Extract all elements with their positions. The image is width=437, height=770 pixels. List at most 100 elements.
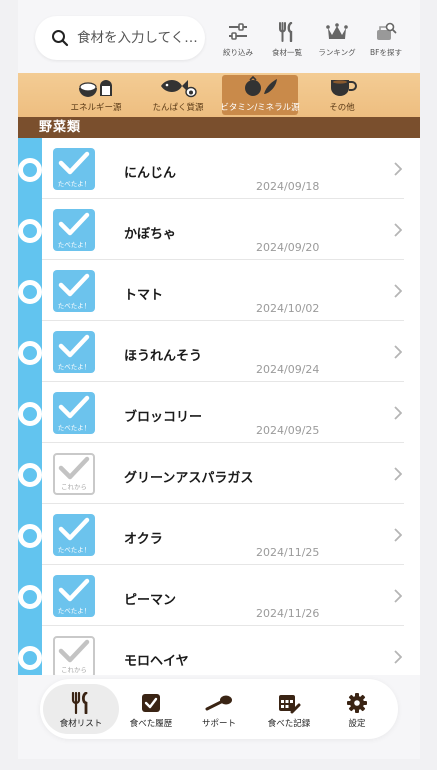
checkbox-caption: これから: [61, 483, 87, 491]
tab-vitamin-mineral[interactable]: ビタミン/ミネラル源: [220, 75, 300, 115]
eaten-checkbox[interactable]: たべたよ！: [53, 148, 95, 190]
chevron-right-icon[interactable]: [394, 467, 402, 481]
tab-settings[interactable]: 設定: [319, 684, 395, 734]
search-input[interactable]: [77, 30, 197, 46]
bottom-bar: 食材リスト 食べた履歴 サポート 食べた記録 設定: [18, 675, 420, 759]
tab-vitamin-mineral-label: ビタミン/ミネラル源: [220, 103, 300, 113]
food-list[interactable]: たべたよ！ にんじん 2024/09/18 たべたよ！ かぼちゃ 2024/09…: [18, 138, 420, 675]
top-header: 絞り込み 食材一覧 ランキング BFを探す: [18, 0, 420, 73]
list-item[interactable]: たべたよ！ かぼちゃ 2024/09/20: [18, 199, 420, 260]
eaten-checkbox[interactable]: たべたよ！: [53, 331, 95, 373]
chevron-right-icon[interactable]: [394, 162, 402, 176]
search-box[interactable]: [35, 16, 205, 60]
eaten-checkbox[interactable]: たべたよ！: [53, 392, 95, 434]
fish-egg-icon: [161, 80, 197, 98]
category-tabs: エネルギー源 たんぱく質源 ビタミン/ミネラル源 その他: [18, 73, 420, 117]
timeline-dot: [18, 280, 42, 304]
app-screen: 絞り込み 食材一覧 ランキング BFを探す: [18, 0, 420, 759]
chevron-right-icon[interactable]: [394, 589, 402, 603]
spoon-icon: [205, 695, 232, 711]
check-icon: [58, 578, 90, 602]
food-name: グリーンアスパラガス: [124, 471, 254, 486]
utensils-icon: [279, 22, 293, 42]
check-icon: [58, 395, 90, 419]
chevron-right-icon[interactable]: [394, 650, 402, 664]
gear-icon: [347, 693, 367, 713]
list-item[interactable]: たべたよ！ ブロッコリー 2024/09/25: [18, 382, 420, 443]
timeline-dot: [18, 646, 42, 670]
list-item[interactable]: たべたよ！ トマト 2024/10/02: [18, 260, 420, 321]
chevron-right-icon[interactable]: [394, 284, 402, 298]
eaten-checkbox[interactable]: たべたよ！: [53, 209, 95, 251]
timeline-dot: [18, 524, 42, 548]
filter-button[interactable]: 絞り込み: [216, 22, 260, 62]
sliders-icon: [229, 23, 247, 40]
check-icon: [58, 212, 90, 236]
food-name: ブロッコリー: [124, 410, 203, 425]
check-icon: [58, 151, 90, 175]
list-item[interactable]: たべたよ！ ピーマン 2024/11/26: [18, 565, 420, 626]
chevron-right-icon[interactable]: [394, 528, 402, 542]
eaten-checkbox[interactable]: たべたよ！: [53, 575, 95, 617]
food-name: にんじん: [124, 166, 177, 181]
food-list-button[interactable]: 食材一覧: [265, 22, 309, 62]
tab-eaten-record[interactable]: 食べた記録: [251, 684, 327, 734]
tab-support[interactable]: サポート: [181, 684, 257, 734]
food-list-label: 食材一覧: [272, 48, 302, 57]
checkbox-caption: たべたよ！: [57, 363, 91, 371]
eaten-date: 2024/09/18: [256, 180, 320, 193]
find-bf-button[interactable]: BFを探す: [364, 22, 408, 62]
tab-eaten-history[interactable]: 食べた履歴: [113, 684, 189, 734]
timeline-dot: [18, 341, 42, 365]
cup-icon: [331, 80, 357, 96]
chevron-right-icon[interactable]: [394, 406, 402, 420]
list-item[interactable]: これから グリーンアスパラガス: [18, 443, 420, 504]
utensils-icon: [71, 692, 88, 714]
tab-food-list[interactable]: 食材リスト: [43, 684, 119, 734]
find-bf-label: BFを探す: [370, 48, 402, 57]
check-icon: [58, 517, 90, 541]
eaten-date: 2024/11/26: [256, 607, 320, 620]
eaten-checkbox[interactable]: これから: [53, 636, 95, 675]
checkbox-caption: たべたよ！: [57, 424, 91, 432]
eaten-date: 2024/09/24: [256, 363, 320, 376]
food-name: トマト: [124, 288, 164, 303]
search-icon: [52, 30, 69, 47]
check-icon: [58, 273, 90, 297]
food-name: ほうれんそう: [124, 349, 203, 364]
chevron-right-icon[interactable]: [394, 223, 402, 237]
list-item[interactable]: たべたよ！ ほうれんそう 2024/09/24: [18, 321, 420, 382]
vegetable-icon: [245, 76, 277, 96]
tab-other-label: その他: [329, 103, 355, 113]
tab-protein[interactable]: たんぱく質源: [140, 75, 216, 115]
timeline-dot: [18, 158, 42, 182]
food-name: オクラ: [124, 532, 163, 547]
food-name: ピーマン: [124, 593, 177, 608]
eaten-checkbox[interactable]: たべたよ！: [53, 270, 95, 312]
eaten-date: 2024/09/25: [256, 424, 320, 437]
checkbox-caption: たべたよ！: [57, 180, 91, 188]
eaten-checkbox[interactable]: たべたよ！: [53, 514, 95, 556]
list-item[interactable]: これから モロヘイヤ: [18, 626, 420, 675]
list-item[interactable]: たべたよ！ オクラ 2024/11/25: [18, 504, 420, 565]
timeline-dot: [18, 402, 42, 426]
timeline-dot: [18, 219, 42, 243]
checkbox-caption: たべたよ！: [57, 546, 91, 554]
check-icon: [58, 639, 90, 663]
list-item[interactable]: たべたよ！ にんじん 2024/09/18: [18, 138, 420, 199]
filter-label: 絞り込み: [223, 48, 253, 57]
eaten-date: 2024/09/20: [256, 241, 320, 254]
crown-icon: [326, 23, 348, 39]
rice-bread-icon: [79, 80, 112, 97]
tab-energy[interactable]: エネルギー源: [58, 75, 134, 115]
ranking-button[interactable]: ランキング: [315, 22, 359, 62]
timeline-dot: [18, 585, 42, 609]
checkbox-caption: たべたよ！: [57, 302, 91, 310]
tab-energy-label: エネルギー源: [70, 103, 122, 113]
timeline-dot: [18, 463, 42, 487]
tab-settings-label: 設定: [348, 719, 366, 729]
chevron-right-icon[interactable]: [394, 345, 402, 359]
eaten-date: 2024/11/25: [256, 546, 320, 559]
tab-other[interactable]: その他: [304, 75, 380, 115]
eaten-checkbox[interactable]: これから: [53, 453, 95, 495]
